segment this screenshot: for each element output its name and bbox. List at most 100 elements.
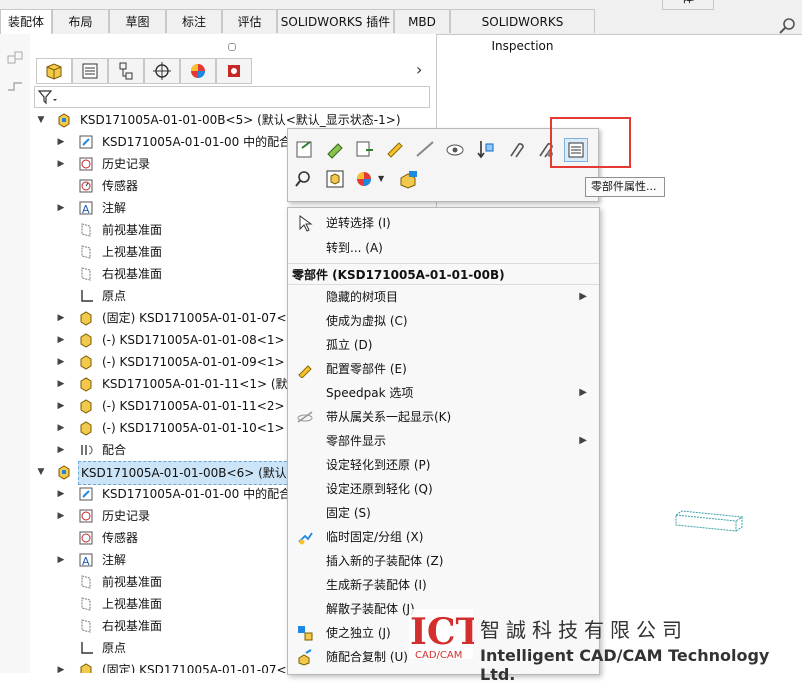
part-icon — [80, 377, 92, 392]
open-part-icon[interactable] — [294, 138, 316, 160]
subassembly-icon — [58, 465, 70, 480]
model-preview[interactable] — [672, 505, 744, 535]
configuration-icon[interactable] — [6, 78, 24, 96]
plane-icon — [81, 245, 91, 259]
sensor-icon — [79, 531, 93, 545]
plane-icon — [81, 223, 91, 237]
part-icon — [80, 399, 92, 414]
command-manager-tabs: 装配体 布局 草图 标注 评估 SOLIDWORKS 插件 MBD SOLIDW… — [0, 0, 802, 53]
menu-invert-selection[interactable]: 逆转选择 (I) — [288, 211, 599, 235]
menu-show-with-dependents[interactable]: 带从属关系一起显示(K) — [288, 405, 599, 429]
tab-dimxpert[interactable] — [144, 58, 180, 84]
company-logo: ICT CAD/CAM — [409, 609, 474, 660]
svg-text:CAD/CAM: CAD/CAM — [415, 650, 462, 660]
menu-speedpak-options[interactable]: Speedpak 选项 ▶ — [288, 381, 599, 405]
tooltip: 零部件属性... — [585, 177, 665, 197]
context-menu: 逆转选择 (I) 转到... (A) 零部件 (KSD171005A-01-01… — [287, 207, 600, 675]
tab-body[interactable]: 体 — [662, 0, 714, 10]
tree-filter[interactable] — [34, 86, 430, 108]
replace-component-icon[interactable] — [354, 138, 376, 160]
chevron-right-icon[interactable]: › — [416, 60, 422, 79]
tab-inspection[interactable]: SOLIDWORKS Inspection — [450, 9, 595, 53]
left-tool-strip — [0, 34, 31, 673]
menu-insert-new-subassembly[interactable]: 插入新的子装配体 (Z) — [288, 549, 599, 573]
zoom-icon[interactable] — [778, 16, 798, 36]
paperclip-icon[interactable] — [504, 138, 526, 160]
tab-markup[interactable]: 标注 — [166, 9, 222, 33]
feature-manager-tabs: › — [30, 58, 436, 88]
annotation-icon: A — [79, 201, 93, 216]
menu-hidden-tree-items[interactable]: 隐藏的树项目 ▶ — [288, 285, 599, 309]
tab-layout[interactable]: 布局 — [52, 9, 109, 33]
cube-icon — [46, 63, 62, 80]
menu-form-new-subassembly[interactable]: 生成新子装配体 (I) — [288, 573, 599, 597]
isolate-icon[interactable] — [324, 168, 346, 190]
zoom-to-selection-icon[interactable] — [294, 168, 316, 190]
plane-icon — [81, 575, 91, 589]
watermark-company-en: Intelligent CAD/CAM Technology Ltd. — [480, 646, 770, 684]
menu-fix[interactable]: 固定 (S) — [288, 501, 599, 525]
menu-section-header: 零部件 (KSD171005A-01-01-00B) — [288, 263, 599, 285]
appearance-icon[interactable] — [354, 168, 376, 190]
flyout-icon[interactable] — [6, 50, 24, 68]
menu-goto[interactable]: 转到... (A) — [288, 236, 599, 260]
highlight-box — [550, 117, 631, 168]
property-list-icon — [82, 63, 98, 79]
temporary-fix-icon — [298, 532, 313, 545]
origin-icon — [81, 642, 93, 654]
subassembly-icon — [58, 113, 70, 128]
panel-grip[interactable] — [228, 43, 236, 51]
chevron-down-icon[interactable]: ▼ — [378, 174, 384, 183]
menu-component-display[interactable]: 零部件显示 ▶ — [288, 429, 599, 453]
tab-evaluate[interactable]: 评估 — [222, 9, 277, 33]
edit-subassembly-icon[interactable] — [324, 138, 346, 160]
mates-folder-icon — [79, 487, 93, 501]
show-hide-icon[interactable] — [444, 138, 466, 160]
tab-addins[interactable]: SOLIDWORKS 插件 — [277, 9, 394, 33]
cam-icon — [228, 65, 240, 77]
tab-feature-tree[interactable] — [36, 58, 72, 84]
plane-icon — [81, 619, 91, 633]
menu-resolved-to-lightweight[interactable]: 设定还原到轻化 (Q) — [288, 477, 599, 501]
rename-icon[interactable] — [384, 138, 406, 160]
plane-icon — [81, 597, 91, 611]
history-icon — [79, 509, 93, 523]
submenu-arrow-icon: ▶ — [579, 291, 587, 302]
menu-temporary-fix-group[interactable]: 临时固定/分组 (X) — [288, 525, 599, 549]
make-independent-icon — [298, 626, 313, 641]
part-icon — [80, 333, 92, 348]
tab-mbd[interactable]: MBD — [394, 9, 450, 33]
tab-sketch[interactable]: 草图 — [109, 9, 166, 33]
menu-isolate[interactable]: 孤立 (D) — [288, 333, 599, 357]
move-with-triad-icon[interactable] — [474, 138, 496, 160]
tab-property-manager[interactable] — [72, 58, 108, 84]
part-icon — [80, 663, 92, 673]
configure-pencil-icon — [298, 365, 312, 378]
svg-text:ICT: ICT — [410, 611, 474, 653]
annotation-icon: A — [79, 553, 93, 568]
show-dependents-icon — [297, 411, 313, 423]
menu-configure-component[interactable]: 配置零部件 (E) — [288, 357, 599, 381]
part-icon — [80, 421, 92, 436]
origin-icon — [81, 290, 93, 302]
submenu-arrow-icon: ▶ — [579, 435, 587, 446]
menu-make-virtual[interactable]: 使成为虚拟 (C) — [288, 309, 599, 333]
hide-component-icon[interactable] — [414, 138, 436, 160]
svg-text:A: A — [82, 555, 90, 568]
tab-display-manager[interactable] — [180, 58, 216, 84]
history-icon — [79, 157, 93, 171]
plane-icon — [81, 267, 91, 281]
part-icon — [80, 355, 92, 370]
tab-assembly[interactable]: 装配体 — [0, 9, 52, 35]
make-independent-icon[interactable] — [398, 168, 420, 190]
menu-lightweight-to-resolved[interactable]: 设定轻化到还原 (P) — [288, 453, 599, 477]
sensor-icon — [79, 179, 93, 193]
config-tree-icon — [119, 62, 133, 80]
filter-icon — [37, 90, 57, 105]
tab-cam[interactable] — [216, 58, 252, 84]
mates-folder-icon — [79, 135, 93, 149]
appearance-ball-icon — [191, 64, 205, 78]
tab-configuration-manager[interactable] — [108, 58, 144, 84]
part-icon — [80, 311, 92, 326]
svg-text:A: A — [82, 203, 90, 216]
